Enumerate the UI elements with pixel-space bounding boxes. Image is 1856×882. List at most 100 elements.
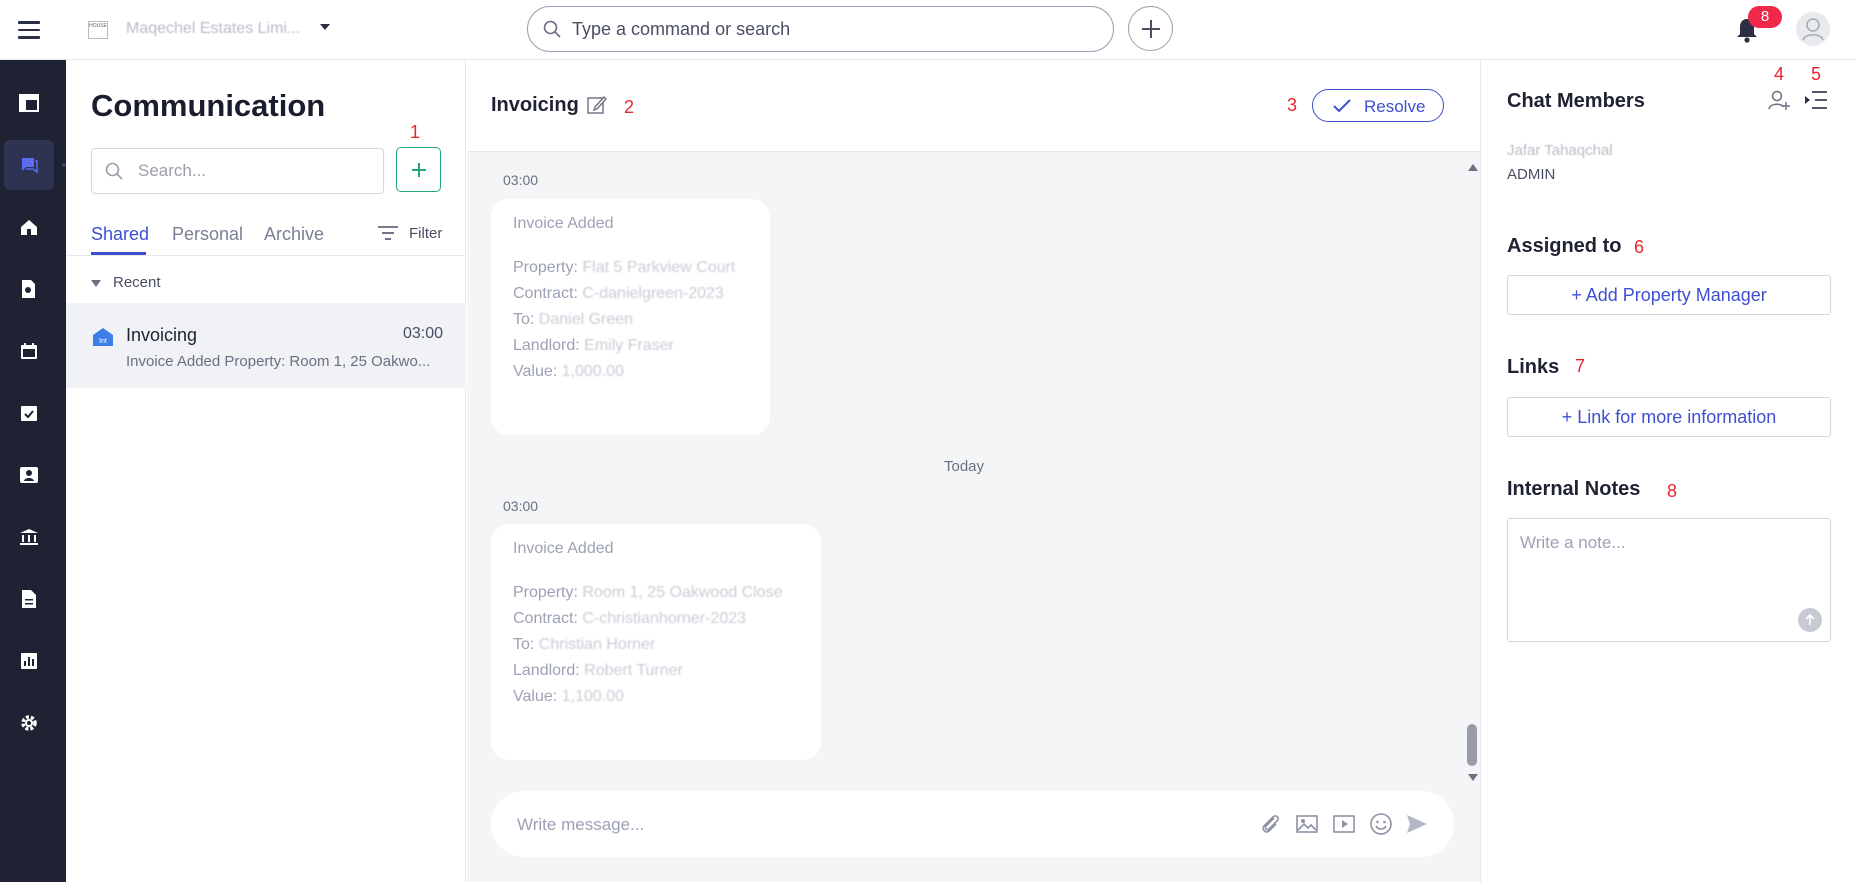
dashboard-icon (19, 94, 39, 112)
chevron-down-icon[interactable] (320, 24, 330, 30)
message-line: Value: 1,100.00 (513, 688, 624, 705)
sidebar-item-dashboard[interactable] (4, 78, 54, 128)
paperclip-icon[interactable] (1258, 812, 1282, 836)
avatar[interactable] (1796, 12, 1830, 46)
note-input[interactable] (1520, 533, 1810, 593)
sidebar-item-tenancies[interactable] (4, 264, 54, 314)
bar-chart-icon (21, 653, 37, 669)
message-time: 03:00 (503, 498, 539, 514)
conversation-search[interactable] (91, 148, 384, 194)
send-icon[interactable] (1405, 812, 1429, 836)
message-line: To: Christian Horner (513, 636, 656, 653)
conversation-search-input[interactable] (138, 160, 368, 182)
command-search-input[interactable] (572, 17, 1092, 41)
annotation-marker: 8 (1667, 481, 1678, 501)
divider (66, 255, 466, 256)
chat-title: Invoicing (491, 94, 579, 116)
conversation-time: 03:00 (403, 325, 444, 342)
annotation-marker: 1 (410, 122, 421, 142)
message-composer (491, 791, 1454, 857)
filter-label: Filter (409, 225, 443, 242)
message-input[interactable] (517, 813, 1217, 837)
message-line: Landlord: Emily Fraser (513, 337, 674, 354)
message-line: Property: Flat 5 Parkview Court (513, 259, 736, 276)
edit-icon[interactable] (587, 95, 607, 115)
sidebar-item-tasks[interactable] (4, 388, 54, 438)
message-line: Value: 1,000.00 (513, 363, 624, 380)
message-line: Invoice Added (513, 540, 614, 557)
sidebar-item-properties[interactable] (4, 202, 54, 252)
internal-notes-title: Internal Notes (1507, 478, 1641, 500)
note-send-button[interactable] (1798, 608, 1822, 632)
scrollbar[interactable] (1465, 160, 1479, 790)
file-icon (22, 590, 36, 608)
conversation-item[interactable]: Int Invoicing 03:00 Invoice Added Proper… (66, 303, 466, 388)
message-time: 03:00 (503, 172, 539, 188)
recent-section-label: Recent (113, 274, 161, 291)
image-icon[interactable] (1295, 812, 1319, 836)
notification-badge: 8 (1748, 6, 1782, 28)
resolve-button[interactable]: Resolve (1312, 89, 1444, 122)
details-panel: Chat Members 4 5 Jafar Tahaqchal ADMIN A… (1480, 60, 1856, 882)
message-line: Contract: C-danielgreen-2023 (513, 285, 724, 302)
message-bubble: Invoice Added Property: Room 1, 25 Oakwo… (491, 524, 821, 760)
search-icon (543, 20, 561, 38)
message-bubble: Invoice Added Property: Flat 5 Parkview … (491, 199, 770, 435)
tab-archive[interactable]: Archive (264, 224, 324, 245)
sidebar-item-calendar[interactable] (4, 326, 54, 376)
search-icon (105, 162, 123, 180)
add-member-icon[interactable] (1767, 88, 1791, 112)
checklist-icon (21, 406, 37, 421)
chat-header: Invoicing 2 3 Resolve (467, 60, 1480, 152)
annotation-marker: 6 (1634, 237, 1645, 257)
sidebar-item-contacts[interactable] (4, 450, 54, 500)
assigned-to-title: Assigned to (1507, 235, 1622, 257)
brand-logo: HOUSE (88, 21, 108, 39)
quick-add-button[interactable] (1128, 6, 1173, 51)
conversation-icon-text: Int (99, 338, 107, 345)
filter-icon (378, 226, 398, 240)
add-property-manager-button[interactable]: + Add Property Manager (1507, 275, 1831, 315)
scrollbar-thumb[interactable] (1467, 724, 1477, 766)
day-divider: Today (944, 458, 985, 475)
sidebar-item-settings[interactable] (4, 698, 54, 748)
annotation-marker: 5 (1811, 64, 1822, 84)
arrow-up-icon (1805, 613, 1815, 625)
conversation-list-panel: Communication 1 Shared Personal Archive … (66, 60, 466, 882)
brand-logo-text: HOUSE (89, 23, 107, 29)
tab-shared[interactable]: Shared (91, 224, 149, 245)
sidebar-item-accounting[interactable] (4, 512, 54, 562)
tab-personal[interactable]: Personal (172, 224, 243, 245)
sidebar-item-reports[interactable] (4, 636, 54, 686)
document-search-icon (22, 280, 35, 298)
sidebar-item-documents[interactable] (4, 574, 54, 624)
calendar-icon (21, 343, 37, 359)
message-line: Property: Room 1, 25 Oakwood Close (513, 584, 783, 601)
new-conversation-button[interactable] (396, 147, 441, 192)
scroll-up-arrow-icon[interactable] (1468, 164, 1478, 171)
check-icon (1333, 99, 1351, 113)
message-line: Invoice Added (513, 215, 614, 232)
command-search[interactable] (527, 6, 1114, 52)
plus-icon (1142, 20, 1160, 38)
scroll-down-arrow-icon[interactable] (1468, 774, 1478, 781)
video-icon[interactable] (1332, 812, 1356, 836)
resolve-label: Resolve (1364, 97, 1426, 116)
home-icon (21, 220, 37, 235)
menu-icon[interactable] (16, 18, 42, 42)
links-title: Links (1507, 356, 1560, 378)
annotation-marker: 4 (1774, 64, 1785, 84)
chat-members-title: Chat Members (1507, 90, 1645, 112)
chat-icon (22, 158, 38, 174)
collapse-panel-icon[interactable] (1804, 90, 1828, 110)
sidebar-item-communication[interactable] (4, 140, 54, 190)
company-name[interactable]: Maqechel Estates Limi... (126, 20, 300, 38)
contact-card-icon (20, 467, 38, 483)
top-bar: HOUSE Maqechel Estates Limi... 8 (0, 0, 1856, 60)
conversation-name: Invoicing (126, 325, 198, 345)
add-link-button[interactable]: + Link for more information (1507, 397, 1831, 437)
bank-icon (20, 529, 38, 545)
emoji-icon[interactable] (1369, 812, 1393, 836)
conversation-preview: Invoice Added Property: Room 1, 25 Oakwo… (126, 353, 431, 370)
gear-icon (21, 715, 37, 731)
